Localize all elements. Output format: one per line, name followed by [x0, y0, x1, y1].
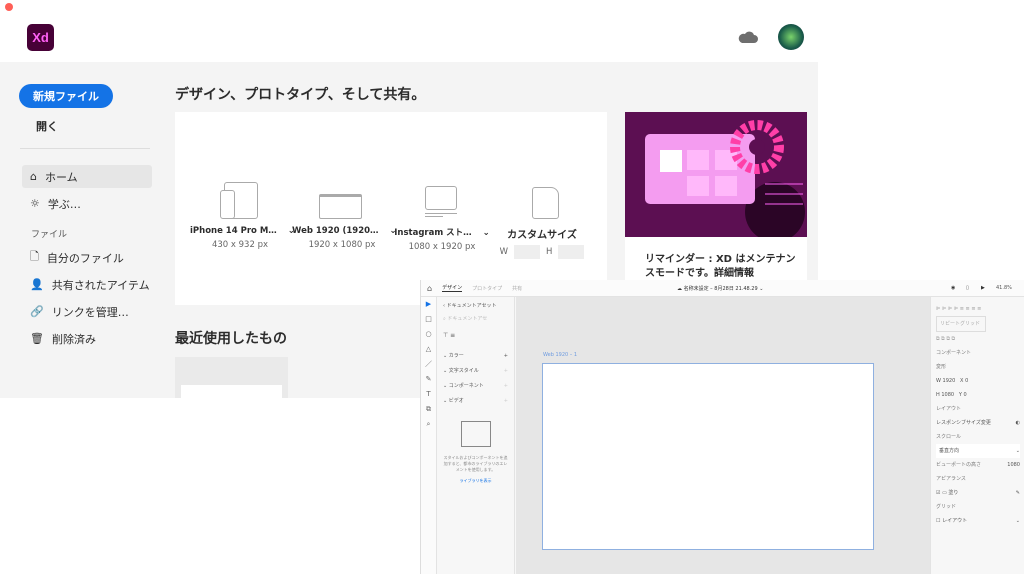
align-icons[interactable]: ⊫ ⊫ ⊫ ⊫ ≡ ≡ ≡ ≡: [936, 302, 1020, 316]
sidebar-item-links[interactable]: 🔗 リンクを管理…: [22, 300, 152, 323]
preset-iphone[interactable]: iPhone 14 Pro M… ⌄ 430 x 932 px: [190, 180, 295, 250]
line-tool-icon[interactable]: ／: [421, 357, 436, 372]
zoom-tool-icon[interactable]: ⌕: [421, 417, 436, 432]
section-colors[interactable]: ⌄ カラー +: [443, 349, 508, 364]
xd-editor-window: ⌂ デザイン プロトタイプ 共有 ☁ 名称未設定 – 8月28日 21.48.2…: [420, 280, 1024, 574]
people-icon: 👤: [30, 278, 44, 291]
sidebar-item-learn[interactable]: ☼ 学ぶ…: [22, 192, 152, 215]
trash-icon: 🗑: [30, 332, 44, 345]
story-icon: [392, 180, 492, 220]
section-video[interactable]: ⌄ ビデオ +: [443, 394, 508, 409]
grid-select[interactable]: ☐ レイアウト ⌄: [936, 514, 1020, 528]
view-library-link[interactable]: ライブラリを表示: [443, 478, 508, 484]
tab-design[interactable]: デザイン: [442, 284, 463, 292]
home-icon: ⌂: [30, 170, 37, 183]
height-field[interactable]: 1080: [941, 392, 954, 398]
custom-size-icon: [492, 180, 592, 220]
assets-back[interactable]: ‹ ドキュメントアセット: [443, 302, 508, 309]
repeat-grid-button[interactable]: リピートグリッド: [936, 316, 986, 332]
width-input[interactable]: [514, 245, 540, 259]
sidebar-item-deleted[interactable]: 🗑 削除済み: [22, 327, 152, 350]
assets-search-input[interactable]: ⌕ ドキュメントアセ: [443, 315, 508, 322]
link-icon: 🔗: [30, 305, 44, 318]
close-window-dot[interactable]: [5, 3, 13, 11]
tab-prototype[interactable]: プロトタイプ: [472, 285, 502, 292]
play-icon[interactable]: ▶: [981, 285, 985, 291]
sidebar-item-home[interactable]: ⌂ ホーム: [22, 165, 152, 188]
canvas[interactable]: Web 1920 – 1: [516, 297, 930, 574]
document-title[interactable]: ☁ 名称未設定 – 8月28日 21.48.29 ⌄: [677, 285, 763, 292]
device-preview-icon[interactable]: ▯: [966, 285, 969, 291]
home-icon[interactable]: ⌂: [427, 284, 432, 293]
zoom-level[interactable]: 41.8%: [996, 285, 1012, 291]
height-input[interactable]: [558, 245, 585, 259]
rectangle-tool-icon[interactable]: □: [421, 312, 436, 327]
artboard[interactable]: [542, 363, 874, 550]
promo-illustration: [625, 112, 807, 242]
divider: [20, 148, 150, 149]
preset-instagram[interactable]: Instagram スト… ⌄ 1080 x 1920 px: [392, 180, 492, 252]
promo-text: リマインダー : XD はメンテナンスモードです。詳細情報: [645, 254, 796, 279]
artboard-tool-icon[interactable]: ⧉: [421, 402, 436, 417]
width-field[interactable]: 1920: [943, 378, 956, 384]
filter-icon[interactable]: ⊤ ≡: [443, 332, 508, 339]
recent-file-thumbnail[interactable]: [175, 357, 288, 398]
new-file-button[interactable]: 新規ファイル: [19, 84, 113, 108]
sidebar-item-shared[interactable]: 👤 共有されたアイテム: [22, 273, 152, 296]
preset-web[interactable]: Web 1920 (1920… ⌄ 1920 x 1080 px: [292, 180, 397, 250]
polygon-tool-icon[interactable]: △: [421, 342, 436, 357]
pen-tool-icon[interactable]: ✎: [421, 372, 436, 387]
section-components[interactable]: ⌄ コンポーネント +: [443, 379, 508, 394]
tab-share[interactable]: 共有: [512, 285, 522, 292]
cloud-icon[interactable]: [738, 30, 758, 44]
text-tool-icon[interactable]: T: [421, 387, 436, 402]
select-tool-icon[interactable]: ▶: [421, 297, 436, 312]
file-icon: 🗋: [30, 250, 39, 263]
fill-row[interactable]: ☑ ▭ 塗り ✎: [936, 486, 1020, 500]
empty-assets-illustration: [460, 421, 491, 447]
open-button[interactable]: 開く: [36, 118, 58, 134]
sidebar-item-my-files[interactable]: 🗋 自分のファイル: [22, 246, 152, 269]
scroll-select[interactable]: 垂直方向 ⌄: [936, 444, 1020, 458]
xd-logo: Xd: [27, 24, 54, 51]
page-title: デザイン、プロトタイプ、そして共有。: [175, 87, 426, 103]
browser-icon: [292, 180, 392, 220]
responsive-toggle[interactable]: ◐: [1016, 416, 1020, 430]
section-character-styles[interactable]: ⌄ 文字スタイル +: [443, 364, 508, 379]
lightbulb-icon: ☼: [30, 197, 40, 210]
eyedropper-icon: ✎: [1015, 490, 1020, 496]
promo-card[interactable]: リマインダー : XD はメンテナンスモードです。詳細情報: [625, 112, 807, 280]
artboard-label[interactable]: Web 1920 – 1: [543, 352, 577, 358]
recent-heading: 最近使用したもの: [175, 331, 287, 347]
user-icon[interactable]: ◉: [951, 285, 955, 291]
files-section-label: ファイル: [31, 230, 68, 240]
chevron-down-icon[interactable]: ⌄: [483, 228, 490, 238]
avatar[interactable]: [778, 24, 804, 50]
ellipse-tool-icon[interactable]: ○: [421, 327, 436, 342]
preset-custom[interactable]: カスタムサイズ WH: [492, 180, 592, 259]
phone-icon: [190, 180, 290, 220]
